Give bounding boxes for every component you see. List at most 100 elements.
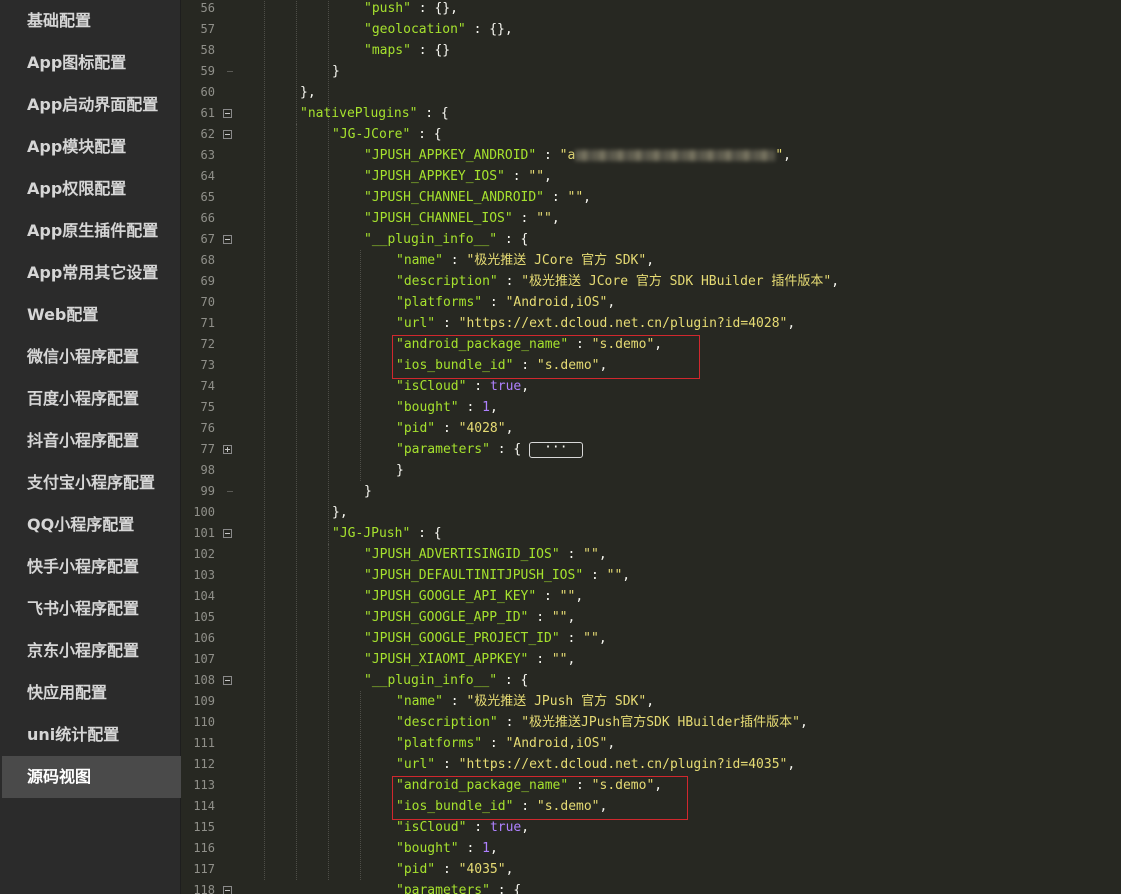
fold-collapse-icon[interactable]: [223, 886, 232, 894]
code-line[interactable]: 111 "platforms" : "Android,iOS",: [181, 733, 1121, 754]
code-text: "JPUSH_GOOGLE_APP_ID" : "",: [364, 607, 575, 628]
code-text: "pid" : "4028",: [396, 418, 513, 439]
code-token: "JPUSH_CHANNEL_IOS": [364, 211, 513, 226]
line-number: 57: [200, 22, 215, 36]
code-token: ,: [799, 715, 808, 730]
code-line[interactable]: 118 "parameters" : {: [181, 880, 1121, 894]
sidebar-item[interactable]: App启动界面配置: [2, 84, 181, 126]
code-text: "JPUSH_DEFAULTINITJPUSH_IOS" : "",: [364, 565, 630, 586]
code-token: "4035": [458, 862, 506, 877]
code-line[interactable]: 70 "platforms" : "Android,iOS",: [181, 292, 1121, 313]
line-number: 113: [193, 778, 215, 792]
sidebar-item[interactable]: 快手小程序配置: [2, 546, 181, 588]
code-line[interactable]: 69 "description" : "极光推送 JCore 官方 SDK HBu…: [181, 271, 1121, 292]
code-line[interactable]: 101 "JG-JPush" : {: [181, 523, 1121, 544]
sidebar-item[interactable]: App权限配置: [2, 168, 181, 210]
code-line[interactable]: 62 "JG-JCore" : {: [181, 124, 1121, 145]
code-token: :: [435, 421, 459, 436]
code-line[interactable]: 76 "pid" : "4028",: [181, 418, 1121, 439]
code-line[interactable]: 110 "description" : "极光推送JPush官方SDK HBuil…: [181, 712, 1121, 733]
code-line[interactable]: 66 "JPUSH_CHANNEL_IOS" : "",: [181, 208, 1121, 229]
code-line[interactable]: 105 "JPUSH_GOOGLE_APP_ID" : "",: [181, 607, 1121, 628]
code-line[interactable]: 107 "JPUSH_XIAOMI_APPKEY" : "",: [181, 649, 1121, 670]
code-token: ,: [567, 610, 576, 625]
code-line[interactable]: 103 "JPUSH_DEFAULTINITJPUSH_IOS" : "",: [181, 565, 1121, 586]
code-line[interactable]: 64 "JPUSH_APPKEY_IOS" : "",: [181, 166, 1121, 187]
code-line[interactable]: 115 "isCloud" : true,: [181, 817, 1121, 838]
fold-collapse-icon[interactable]: [223, 130, 232, 139]
line-number: 61: [200, 106, 215, 120]
code-line[interactable]: 108 "__plugin_info__" : {: [181, 670, 1121, 691]
sidebar-item[interactable]: 抖音小程序配置: [2, 420, 181, 462]
code-line[interactable]: 67 "__plugin_info__" : {: [181, 229, 1121, 250]
code-line[interactable]: 98}: [181, 460, 1121, 481]
code-line[interactable]: 75 "bought" : 1,: [181, 397, 1121, 418]
fold-expand-icon[interactable]: [223, 445, 232, 454]
code-line[interactable]: 77 "parameters" : { ···: [181, 439, 1121, 460]
code-line[interactable]: 104 "JPUSH_GOOGLE_API_KEY" : "",: [181, 586, 1121, 607]
code-line[interactable]: 102 "JPUSH_ADVERTISINGID_IOS" : "",: [181, 544, 1121, 565]
code-line[interactable]: 56 "push" : {},: [181, 0, 1121, 19]
fold-end-marker: [227, 491, 233, 492]
code-text: "bought" : 1,: [396, 397, 498, 418]
sidebar-item[interactable]: App原生插件配置: [2, 210, 181, 252]
sidebar-item-active[interactable]: 源码视图: [2, 756, 181, 798]
code-text: }: [332, 61, 340, 82]
code-line[interactable]: 74 "isCloud" : true,: [181, 376, 1121, 397]
sidebar-item[interactable]: App图标配置: [2, 42, 181, 84]
code-line[interactable]: 58 "maps" : {}: [181, 40, 1121, 61]
sidebar-item[interactable]: 基础配置: [2, 0, 181, 42]
code-token: "": [528, 169, 545, 184]
code-line[interactable]: 63 "JPUSH_APPKEY_ANDROID" : "a ",: [181, 145, 1121, 166]
code-line[interactable]: 117 "pid" : "4035",: [181, 859, 1121, 880]
line-number: 99: [200, 484, 215, 498]
sidebar-item[interactable]: 飞书小程序配置: [2, 588, 181, 630]
code-line[interactable]: 99}: [181, 481, 1121, 502]
sidebar-item[interactable]: 京东小程序配置: [2, 630, 181, 672]
line-number: 64: [200, 169, 215, 183]
sidebar-item[interactable]: App模块配置: [2, 126, 181, 168]
fold-collapse-icon[interactable]: [223, 676, 232, 685]
code-token: ,: [489, 400, 498, 415]
sidebar-item[interactable]: 百度小程序配置: [2, 378, 181, 420]
line-number: 77: [200, 442, 215, 456]
sidebar-item[interactable]: 微信小程序配置: [2, 336, 181, 378]
code-text: }: [396, 460, 404, 481]
code-line[interactable]: 109 "name" : "极光推送 JPush 官方 SDK",: [181, 691, 1121, 712]
line-number: 63: [200, 148, 215, 162]
code-text: "JPUSH_GOOGLE_PROJECT_ID" : "",: [364, 628, 607, 649]
code-token: : {: [410, 526, 442, 541]
source-code-editor[interactable]: 56 "push" : {}, 57 "geolocation" : {}, 58 "ma…: [181, 0, 1121, 894]
code-token: :: [559, 547, 584, 562]
code-token: "极光推送 JPush 官方 SDK": [466, 694, 647, 709]
sidebar-item[interactable]: 快应用配置: [2, 672, 181, 714]
line-number: 71: [200, 316, 215, 330]
code-line[interactable]: 71 "url" : "https://ext.dcloud.net.cn/plu…: [181, 313, 1121, 334]
code-text: },: [300, 82, 316, 103]
code-line[interactable]: 112 "url" : "https://ext.dcloud.net.cn/pl…: [181, 754, 1121, 775]
code-line[interactable]: 65 "JPUSH_CHANNEL_ANDROID" : "",: [181, 187, 1121, 208]
code-token: :: [482, 295, 506, 310]
code-token: : {: [497, 673, 529, 688]
code-text: "url" : "https://ext.dcloud.net.cn/plugi…: [396, 754, 795, 775]
fold-collapse-icon[interactable]: [223, 529, 232, 538]
fold-collapse-icon[interactable]: [223, 109, 232, 118]
sidebar-item[interactable]: QQ小程序配置: [2, 504, 181, 546]
code-line[interactable]: 60},: [181, 82, 1121, 103]
line-number: 115: [193, 820, 215, 834]
code-line[interactable]: 68 "name" : "极光推送 JCore 官方 SDK",: [181, 250, 1121, 271]
redacted-value: [575, 150, 776, 161]
sidebar-item[interactable]: uni统计配置: [2, 714, 181, 756]
code-token: true: [489, 820, 522, 835]
code-line[interactable]: 106 "JPUSH_GOOGLE_PROJECT_ID" : "",: [181, 628, 1121, 649]
fold-collapse-icon[interactable]: [223, 235, 232, 244]
code-line[interactable]: 57 "geolocation" : {},: [181, 19, 1121, 40]
code-line[interactable]: 59}: [181, 61, 1121, 82]
sidebar-item[interactable]: 支付宝小程序配置: [2, 462, 181, 504]
code-line[interactable]: 100},: [181, 502, 1121, 523]
code-line[interactable]: 61 "nativePlugins" : {: [181, 103, 1121, 124]
sidebar-item[interactable]: Web配置: [2, 294, 181, 336]
code-line[interactable]: 116 "bought" : 1,: [181, 838, 1121, 859]
folded-region-button[interactable]: ···: [529, 441, 583, 458]
sidebar-item[interactable]: App常用其它设置: [2, 252, 181, 294]
